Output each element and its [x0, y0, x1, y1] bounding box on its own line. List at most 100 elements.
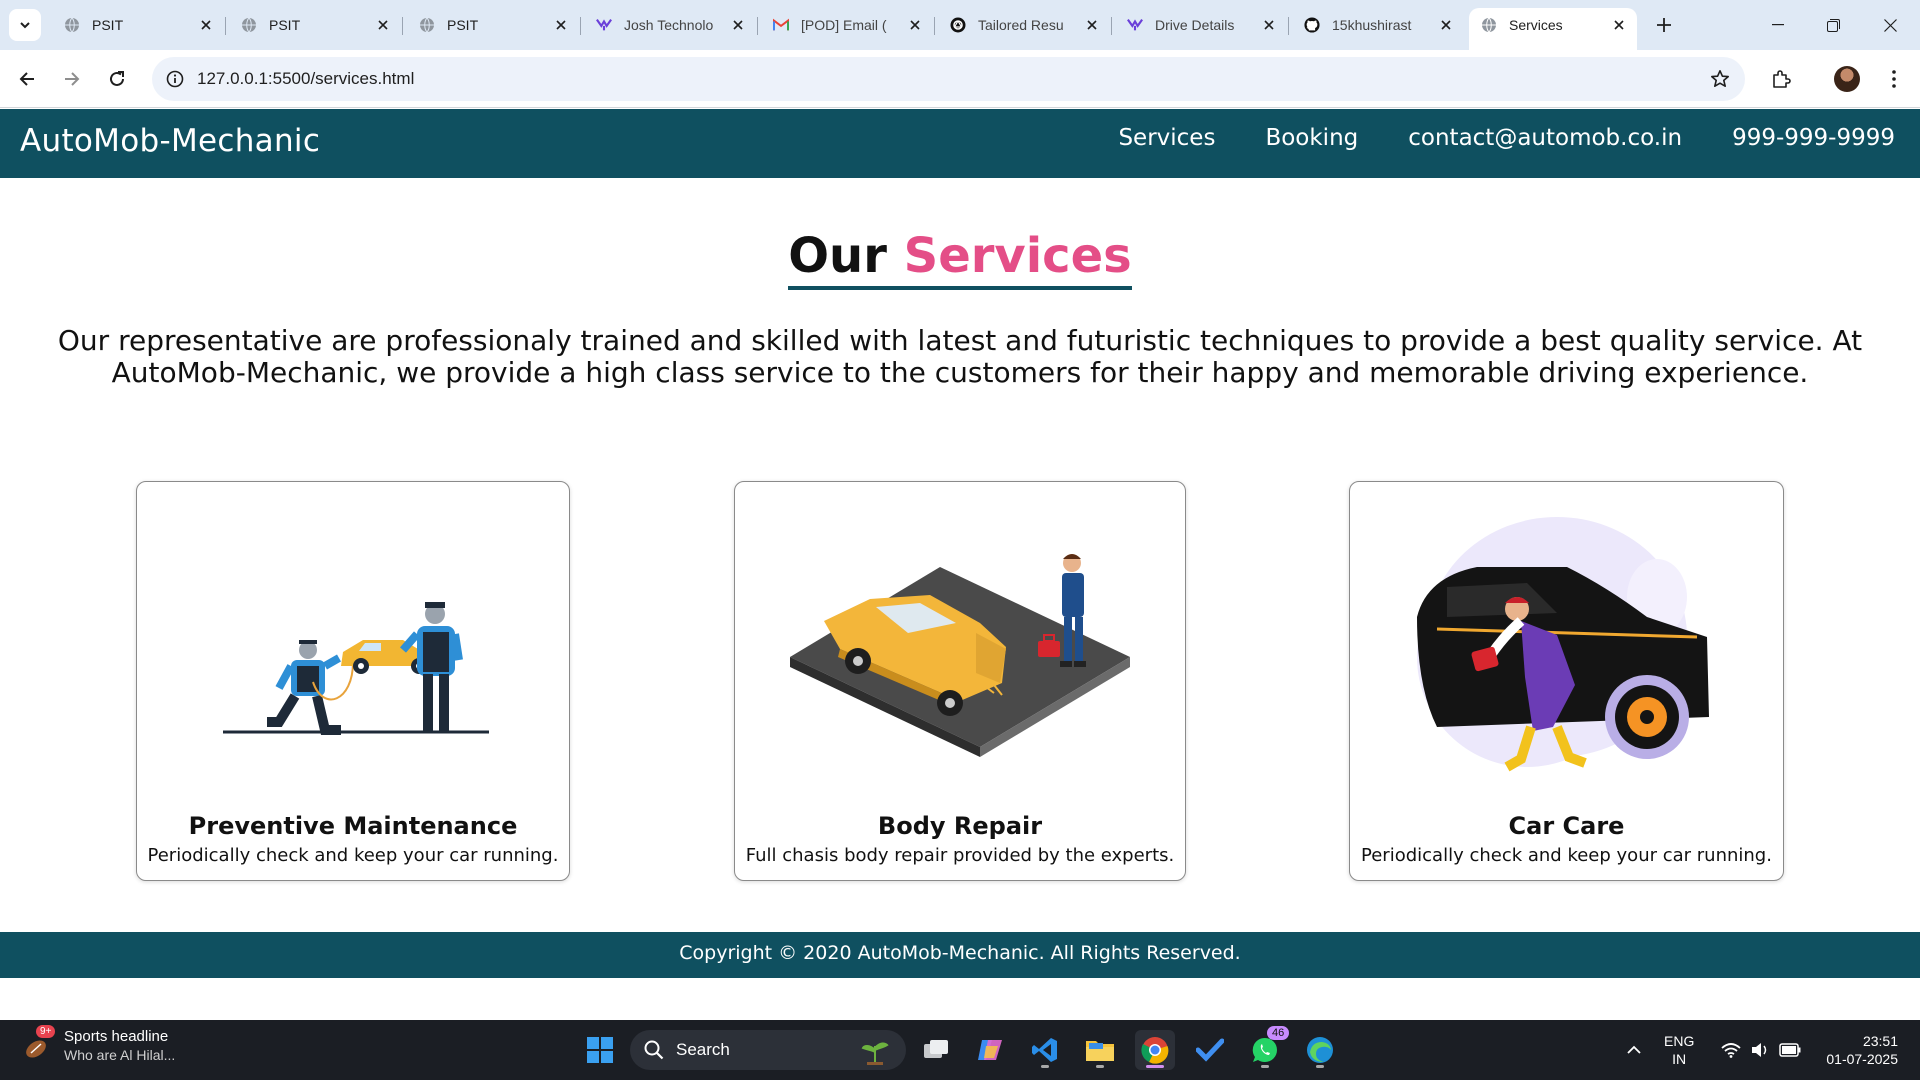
file-explorer-button[interactable]	[1080, 1030, 1120, 1070]
tab-josh[interactable]: Josh Technolo	[584, 8, 756, 42]
josh-logo-icon	[596, 17, 612, 33]
vscode-icon	[1032, 1038, 1057, 1062]
title-prefix: Our	[788, 228, 887, 284]
taskbar-search-box[interactable]: Search	[630, 1030, 906, 1070]
tab-github[interactable]: 15khushirast	[1292, 8, 1464, 42]
copyright-text: Copyright © 2020 AutoMob-Mechanic. All R…	[679, 942, 1241, 964]
service-card-car-care[interactable]: Car Care Periodically check and keep you…	[1349, 481, 1784, 881]
news-subtitle: Who are Al Hilal...	[64, 1047, 176, 1063]
tab-psit-2[interactable]: PSIT	[229, 8, 401, 42]
tab-gmail[interactable]: [POD] Email (	[761, 8, 933, 42]
kebab-menu-icon	[1892, 70, 1896, 88]
tab-divider	[580, 17, 581, 35]
arrow-right-icon	[65, 72, 80, 86]
avatar	[1834, 66, 1860, 92]
close-icon[interactable]	[1611, 17, 1627, 33]
site-footer: Copyright © 2020 AutoMob-Mechanic. All R…	[0, 932, 1920, 978]
tab-label: 15khushirast	[1332, 17, 1412, 33]
task-view-button[interactable]	[916, 1030, 956, 1070]
globe-icon	[241, 17, 257, 33]
minimize-button[interactable]	[1750, 0, 1805, 50]
input-language[interactable]: ENG IN	[1664, 1032, 1694, 1068]
tab-services[interactable]: Services	[1469, 8, 1637, 50]
services-heading: Our Services	[0, 228, 1920, 290]
puzzle-icon	[1773, 70, 1791, 88]
copilot-icon	[978, 1040, 1002, 1060]
start-button[interactable]	[580, 1030, 620, 1070]
news-title: Sports headline	[64, 1028, 169, 1045]
close-icon[interactable]	[1084, 17, 1100, 33]
bookmark-star-icon[interactable]	[1709, 68, 1731, 90]
new-tab-button[interactable]	[1652, 13, 1676, 37]
profile-avatar[interactable]	[1831, 63, 1863, 95]
edge-button[interactable]	[1300, 1030, 1340, 1070]
copilot-button[interactable]	[970, 1030, 1010, 1070]
search-placeholder: Search	[676, 1040, 730, 1059]
nav-booking[interactable]: Booking	[1265, 125, 1358, 151]
site-brand[interactable]: AutoMob-Mechanic	[20, 123, 320, 159]
tab-divider	[1288, 17, 1289, 35]
close-icon[interactable]	[1438, 17, 1454, 33]
browser-menu-button[interactable]	[1878, 63, 1910, 95]
language-code: ENG	[1664, 1033, 1695, 1049]
url-text[interactable]: 127.0.0.1:5500/services.html	[197, 69, 414, 89]
minimize-icon	[1771, 24, 1784, 26]
tab-search-button[interactable]	[9, 9, 41, 41]
nav-services[interactable]: Services	[1118, 125, 1215, 151]
tab-psit-3[interactable]: PSIT	[407, 8, 579, 42]
card-description: Periodically check and keep your car run…	[1361, 845, 1772, 866]
vscode-button[interactable]	[1025, 1030, 1065, 1070]
tab-label: Josh Technolo	[624, 17, 714, 33]
windows-logo-icon	[587, 1037, 613, 1063]
nav-contact-email[interactable]: contact@automob.co.in	[1408, 125, 1682, 151]
chrome-icon	[1141, 1037, 1169, 1064]
tab-label: PSIT	[447, 17, 479, 33]
arrow-left-icon	[19, 72, 34, 86]
plus-icon	[1657, 18, 1671, 32]
extensions-button[interactable]	[1765, 63, 1797, 95]
card-title: Preventive Maintenance	[188, 812, 518, 840]
checkmark-icon	[1196, 1038, 1224, 1062]
close-icon[interactable]	[198, 17, 214, 33]
whatsapp-button[interactable]: 46	[1245, 1026, 1290, 1070]
service-card-body-repair[interactable]: Body Repair Full chasis body repair prov…	[734, 481, 1186, 881]
openai-icon	[950, 17, 966, 33]
browser-toolbar: 127.0.0.1:5500/services.html	[0, 50, 1920, 108]
tab-drive-details[interactable]: Drive Details	[1115, 8, 1287, 42]
service-card-preventive-maintenance[interactable]: Preventive Maintenance Periodically chec…	[136, 481, 570, 881]
system-clock[interactable]: 23:51 01-07-2025	[1816, 1032, 1898, 1068]
car-polishing-illustration	[1350, 502, 1783, 802]
close-icon[interactable]	[907, 17, 923, 33]
address-bar[interactable]: 127.0.0.1:5500/services.html	[152, 57, 1745, 101]
globe-icon	[1481, 17, 1497, 33]
tab-label: Drive Details	[1155, 17, 1235, 33]
reload-button[interactable]	[101, 63, 133, 95]
close-icon[interactable]	[553, 17, 569, 33]
site-info-icon[interactable]	[164, 68, 186, 90]
title-accent: Services	[903, 228, 1132, 284]
restore-button[interactable]	[1806, 0, 1861, 50]
close-window-button[interactable]	[1863, 0, 1918, 50]
clock-date: 01-07-2025	[1826, 1051, 1898, 1067]
chevron-down-icon	[20, 22, 30, 29]
tab-divider	[1111, 17, 1112, 35]
nav-phone[interactable]: 999-999-9999	[1732, 125, 1895, 151]
tab-tailored-resume[interactable]: Tailored Resu	[938, 8, 1110, 42]
system-tray-status[interactable]	[1706, 1030, 1816, 1070]
restore-icon	[1827, 18, 1840, 32]
battery-icon	[1779, 1043, 1801, 1057]
close-icon[interactable]	[730, 17, 746, 33]
show-hidden-icons-button[interactable]	[1614, 1030, 1654, 1070]
card-title: Car Care	[1508, 812, 1625, 840]
todo-button[interactable]	[1190, 1030, 1230, 1070]
task-view-icon	[924, 1040, 948, 1058]
close-icon[interactable]	[375, 17, 391, 33]
tab-psit-1[interactable]: PSIT	[52, 8, 224, 42]
close-icon[interactable]	[1261, 17, 1277, 33]
intro-paragraph: Our representative are professionaly tra…	[57, 324, 1863, 389]
news-widget[interactable]: 9+ Sports headline Who are Al Hilal...	[22, 1024, 176, 1063]
site-header: AutoMob-Mechanic Services Booking contac…	[0, 109, 1920, 178]
forward-button[interactable]	[56, 63, 88, 95]
chrome-button[interactable]	[1135, 1030, 1175, 1070]
back-button[interactable]	[11, 63, 43, 95]
